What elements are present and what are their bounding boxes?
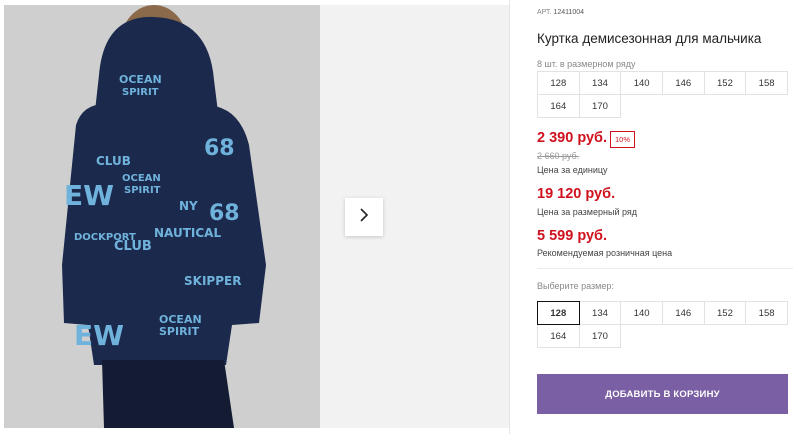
product-gallery: OCEAN SPIRIT CLUB OCEAN SPIRIT 68 68 NAU… xyxy=(4,5,509,428)
pack-size-cell: 170 xyxy=(578,94,622,118)
print-ew: EW xyxy=(64,179,114,212)
print-ocean: OCEAN xyxy=(119,73,162,86)
size-option[interactable]: 164 xyxy=(537,324,580,348)
print-68-2: 68 xyxy=(209,201,240,226)
print-spirit: SPIRIT xyxy=(122,87,159,98)
set-price-caption: Цена за размерный ряд xyxy=(537,207,638,217)
set-price: 19 120 руб. xyxy=(537,186,616,202)
pack-size-cell: 164 xyxy=(537,94,580,118)
jacket-illustration: OCEAN SPIRIT CLUB OCEAN SPIRIT 68 68 NAU… xyxy=(62,5,266,428)
pack-size-cell: 128 xyxy=(537,71,580,95)
chevron-right-icon xyxy=(359,207,369,227)
size-option[interactable]: 140 xyxy=(620,301,663,325)
print-68: 68 xyxy=(204,136,235,161)
pack-size-cell: 152 xyxy=(703,71,747,95)
pack-size-cell: 134 xyxy=(578,71,622,95)
old-price: 2 660 руб. xyxy=(537,151,580,161)
unit-price: 2 390 руб. xyxy=(537,130,608,146)
size-option[interactable]: 170 xyxy=(578,324,622,348)
pack-size-cell: 158 xyxy=(745,71,788,95)
print-spirit-2: SPIRIT xyxy=(124,185,161,196)
size-option[interactable]: 146 xyxy=(661,301,705,325)
size-option-selected[interactable]: 128 xyxy=(537,301,580,325)
print-ny: NY xyxy=(179,199,198,213)
column-divider xyxy=(509,0,510,434)
size-option[interactable]: 134 xyxy=(578,301,622,325)
pack-size-cell: 146 xyxy=(661,71,705,95)
gallery-next-button[interactable] xyxy=(345,198,383,236)
print-club: CLUB xyxy=(96,154,131,168)
add-to-cart-button[interactable]: ДОБАВИТЬ В КОРЗИНУ xyxy=(537,374,788,414)
size-option[interactable]: 152 xyxy=(703,301,747,325)
unit-price-caption: Цена за единицу xyxy=(537,165,608,175)
product-sku: АРТ. 12411004 xyxy=(537,9,585,16)
print-ew-2: EW xyxy=(74,319,124,352)
discount-badge: 10% xyxy=(610,131,635,148)
retail-price-caption: Рекомендуемая розничная цена xyxy=(537,248,673,258)
print-dockport: DOCKPORT xyxy=(74,232,136,243)
retail-price: 5 599 руб. xyxy=(537,228,608,244)
print-ocean-2: OCEAN xyxy=(122,173,161,184)
pack-caption: 8 шт. в размерном ряду xyxy=(537,59,636,69)
print-skipper: SKIPPER xyxy=(184,274,241,288)
size-selector: 128 134 140 146 152 158 164 170 xyxy=(537,301,793,348)
pack-size-cell: 140 xyxy=(620,71,663,95)
size-select-caption: Выберите размер: xyxy=(537,281,614,291)
print-spirit-3: SPIRIT xyxy=(159,325,200,338)
size-option[interactable]: 158 xyxy=(745,301,788,325)
product-photo[interactable]: OCEAN SPIRIT CLUB OCEAN SPIRIT 68 68 NAU… xyxy=(4,5,320,428)
product-title: Куртка демисезонная для мальчика xyxy=(537,31,762,46)
pack-size-grid: 128 134 140 146 152 158 164 170 xyxy=(537,71,793,118)
print-nautical: NAUTICAL xyxy=(154,226,221,240)
section-divider xyxy=(537,268,793,269)
